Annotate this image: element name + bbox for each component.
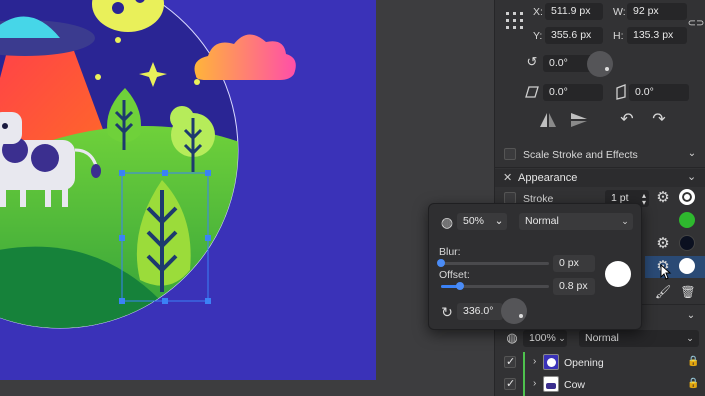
effect-color-well[interactable] bbox=[605, 261, 631, 287]
layer-visibility-checkbox[interactable] bbox=[504, 377, 516, 390]
effect-color-swatch[interactable] bbox=[679, 258, 695, 274]
opacity-icon: ◍ bbox=[506, 330, 518, 345]
chevron-down-icon[interactable]: ⌄ bbox=[491, 213, 507, 230]
effect-blend-select[interactable]: Normal bbox=[519, 213, 633, 230]
dot bbox=[194, 79, 200, 85]
layer-name: Opening bbox=[564, 357, 604, 369]
layer-row[interactable]: › Cow 🔒 bbox=[495, 374, 705, 396]
layer-color-tag bbox=[523, 374, 525, 396]
pointer-cursor-icon bbox=[660, 264, 672, 280]
dot bbox=[95, 74, 101, 80]
w-label: W: bbox=[613, 6, 626, 18]
lock-icon[interactable]: 🔒 bbox=[687, 378, 699, 389]
skew-icon bbox=[616, 84, 626, 100]
h-label: H: bbox=[613, 30, 624, 42]
workspace-background bbox=[376, 0, 494, 396]
blur-slider-track[interactable] bbox=[441, 262, 549, 265]
appearance-title: Appearance bbox=[518, 172, 578, 184]
canvas-margin bbox=[0, 380, 376, 396]
layer-blend-select[interactable]: Normal bbox=[579, 330, 699, 347]
link-dimensions-icon[interactable]: ⊂⊃ bbox=[688, 12, 705, 34]
shadow-color-swatch[interactable] bbox=[679, 235, 695, 251]
chevron-down-icon[interactable]: ⌄ bbox=[619, 213, 631, 230]
x-field[interactable]: 511.9 px bbox=[545, 3, 603, 20]
inspector-panel: X: 511.9 px W: 92 px Y: 355.6 px H: 135.… bbox=[494, 0, 705, 396]
x-label: X: bbox=[533, 6, 543, 18]
rotate-left-icon[interactable]: ↶ bbox=[619, 110, 635, 128]
anchor-grid-icon[interactable] bbox=[504, 10, 526, 32]
trash-icon[interactable]: 🗑 bbox=[680, 284, 695, 300]
cloud bbox=[194, 34, 296, 80]
shear-icon bbox=[525, 86, 539, 98]
skew-field[interactable]: 0.0° bbox=[629, 84, 689, 101]
lock-icon[interactable]: 🔒 bbox=[687, 356, 699, 367]
appearance-header[interactable]: ✕ Appearance ⌄ bbox=[495, 169, 705, 187]
w-field[interactable]: 92 px bbox=[627, 3, 687, 20]
shadow-effect-popover: ◍ 50% ⌄ Normal ⌄ Blur: 0 px Offset: 0.8 … bbox=[428, 203, 642, 330]
gear-icon[interactable]: ⚙ bbox=[655, 189, 671, 206]
angle-icon: ↻ bbox=[441, 303, 453, 320]
opacity-icon: ◍ bbox=[440, 213, 454, 230]
dot bbox=[115, 37, 121, 43]
layer-color-tag bbox=[523, 352, 525, 374]
disclosure-icon[interactable]: › bbox=[533, 378, 536, 389]
offset-slider-thumb[interactable] bbox=[456, 282, 465, 290]
flip-vertical-icon[interactable] bbox=[570, 112, 588, 128]
fill-color-swatch[interactable] bbox=[679, 212, 695, 228]
rotate-icon: ↺ bbox=[526, 54, 538, 69]
angle-dial[interactable] bbox=[501, 298, 527, 324]
artwork bbox=[0, 0, 296, 329]
chevron-down-icon[interactable]: ⌄ bbox=[557, 330, 567, 347]
blur-label: Blur: bbox=[439, 246, 461, 258]
layer-thumbnail bbox=[543, 354, 559, 370]
layer-thumbnail bbox=[543, 376, 559, 392]
stroke-color-swatch[interactable] bbox=[679, 189, 695, 205]
app-window: X: 511.9 px W: 92 px Y: 355.6 px H: 135.… bbox=[0, 0, 705, 396]
h-field[interactable]: 135.3 px bbox=[627, 27, 687, 44]
offset-field[interactable]: 0.8 px bbox=[553, 278, 595, 295]
close-icon[interactable]: ✕ bbox=[503, 171, 512, 184]
disclosure-icon[interactable]: › bbox=[533, 356, 536, 367]
chevron-down-icon[interactable]: ⌄ bbox=[685, 330, 695, 347]
rotation-dial[interactable] bbox=[587, 51, 613, 77]
brush-icon[interactable]: 🖌 bbox=[655, 284, 672, 300]
layer-name: Cow bbox=[564, 379, 586, 391]
blur-slider-thumb[interactable] bbox=[437, 259, 445, 267]
angle-field[interactable]: 336.0° bbox=[457, 303, 503, 320]
chevron-down-icon[interactable]: ⌄ bbox=[686, 146, 698, 160]
scale-stroke-checkbox[interactable] bbox=[504, 148, 516, 160]
offset-label: Offset: bbox=[439, 269, 470, 281]
blur-field[interactable]: 0 px bbox=[553, 255, 595, 272]
scale-stroke-label: Scale Stroke and Effects bbox=[523, 149, 638, 161]
layer-visibility-checkbox[interactable] bbox=[504, 355, 516, 368]
y-field[interactable]: 355.6 px bbox=[545, 27, 603, 44]
layer-row[interactable]: › Opening 🔒 bbox=[495, 352, 705, 374]
artboard-canvas[interactable] bbox=[0, 0, 376, 380]
shear-field[interactable]: 0.0° bbox=[543, 84, 603, 101]
divider bbox=[495, 167, 705, 168]
y-label: Y: bbox=[533, 30, 543, 42]
rotate-right-icon[interactable]: ↷ bbox=[651, 110, 667, 128]
chevron-down-icon[interactable]: ⌄ bbox=[685, 308, 697, 322]
chevron-down-icon[interactable]: ⌄ bbox=[687, 170, 696, 183]
flip-horizontal-icon[interactable] bbox=[539, 112, 557, 128]
gear-icon[interactable]: ⚙ bbox=[655, 235, 671, 252]
selected-effect-row[interactable] bbox=[645, 256, 705, 278]
